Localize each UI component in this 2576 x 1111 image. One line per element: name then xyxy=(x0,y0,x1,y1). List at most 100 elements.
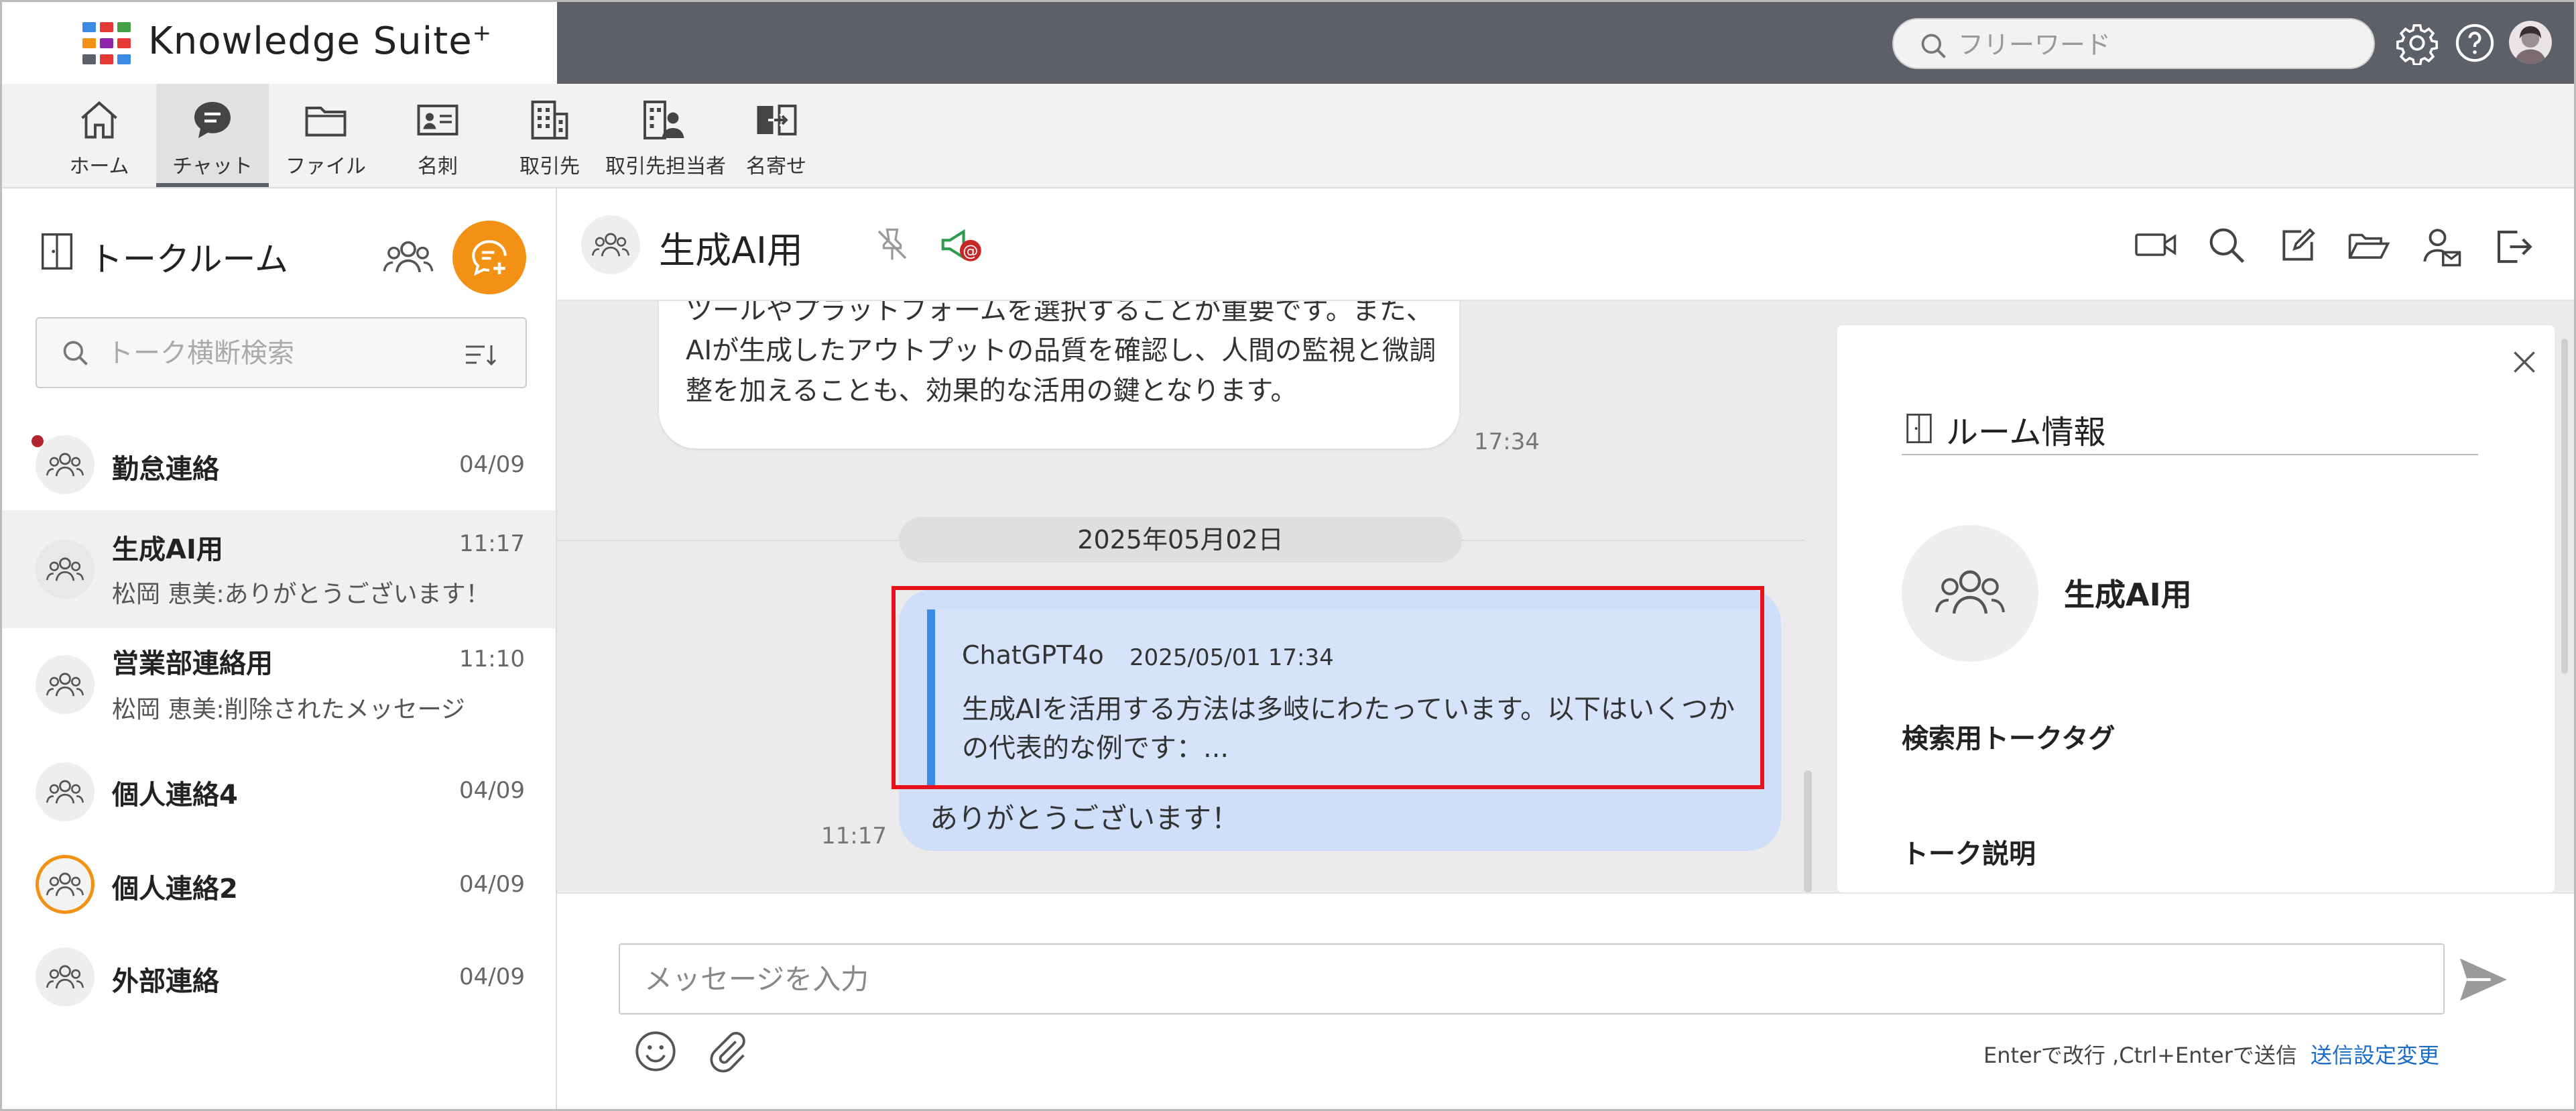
merge-icon xyxy=(757,105,797,135)
room-list-item-selected[interactable]: 生成AI用 11:17 松岡 恵美:ありがとうございます！ xyxy=(2,510,556,628)
member-mail-icon[interactable] xyxy=(2419,225,2463,269)
tool-file[interactable]: ファイル xyxy=(282,84,369,187)
business-card-icon xyxy=(417,105,458,135)
send-icon xyxy=(2460,958,2507,1001)
talk-search[interactable] xyxy=(36,317,527,388)
message-scrollbar[interactable] xyxy=(1804,770,1812,892)
send-hint: Enterで改行 ,Ctrl+Enterで送信 xyxy=(1983,1043,2297,1068)
search-icon xyxy=(63,341,88,365)
new-chat-button[interactable] xyxy=(452,221,526,294)
logo-mark-icon xyxy=(82,22,131,65)
tool-home[interactable]: ホーム xyxy=(56,84,143,187)
room-time: 04/09 xyxy=(459,871,525,898)
room-avatar xyxy=(36,435,95,494)
room-time: 11:10 xyxy=(459,646,525,673)
tool-merge-label: 名寄せ xyxy=(746,155,806,178)
room-time: 04/09 xyxy=(459,777,525,804)
door-icon xyxy=(41,233,73,270)
group-icon xyxy=(591,233,630,257)
room-info-panel: ルーム情報 生成AI用 検索用トークタグ トーク説明 xyxy=(1815,301,2574,892)
group-icon xyxy=(46,872,84,896)
smile-icon xyxy=(635,1031,676,1071)
message-time: 11:17 xyxy=(821,823,887,850)
room-name: 個人連絡4 xyxy=(112,780,238,811)
room-avatar xyxy=(36,655,95,714)
room-avatar xyxy=(36,947,95,1006)
mention-notify-icon[interactable]: @ xyxy=(938,225,986,266)
tool-file-label: ファイル xyxy=(286,155,366,178)
room-last-message: 松岡 恵美:削除されたメッセージ xyxy=(112,696,465,723)
room-info-scrollbar[interactable] xyxy=(2561,339,2568,674)
global-search[interactable] xyxy=(1892,18,2375,69)
tool-client[interactable]: 取引先 xyxy=(506,84,593,187)
attach-button[interactable] xyxy=(704,1028,751,1075)
group-icon xyxy=(46,780,84,804)
pin-off-icon[interactable] xyxy=(872,225,912,265)
room-avatar xyxy=(36,762,95,821)
logo[interactable]: Knowledge Suite+ xyxy=(2,2,557,84)
tool-business-card[interactable]: 名刺 xyxy=(394,84,481,187)
highlight-annotation xyxy=(892,586,1764,789)
group-icon xyxy=(383,241,434,273)
close-icon[interactable] xyxy=(2508,345,2541,379)
room-list-item[interactable]: 個人連絡4 04/09 xyxy=(2,746,556,837)
tool-merge[interactable]: 名寄せ xyxy=(733,84,820,187)
tool-client-contact-label: 取引先担当者 xyxy=(605,155,726,178)
group-icon xyxy=(46,673,84,697)
home-icon xyxy=(81,101,117,139)
group-icon xyxy=(46,557,84,581)
room-info-title: ルーム情報 xyxy=(1946,414,2106,451)
global-search-input[interactable] xyxy=(1958,27,2353,62)
room-name: 個人連絡2 xyxy=(112,874,238,904)
talk-search-input[interactable] xyxy=(107,335,455,372)
gear-icon[interactable] xyxy=(2395,21,2439,65)
message-text: ありがとうございます！ xyxy=(930,802,1240,835)
room-time: 11:17 xyxy=(459,530,525,557)
room-name: 生成AI用 xyxy=(112,534,223,565)
group-icon xyxy=(46,965,84,989)
leave-room-icon[interactable] xyxy=(2492,225,2536,269)
help-icon[interactable] xyxy=(2453,21,2497,65)
chat-header: 生成AI用 @ xyxy=(557,188,2574,301)
sort-icon[interactable] xyxy=(463,340,498,369)
tool-business-card-label: 名刺 xyxy=(418,155,458,178)
tool-chat[interactable]: チャット xyxy=(156,84,269,187)
room-list-item[interactable]: 外部連絡 04/09 xyxy=(2,930,556,1021)
room-list-item[interactable]: 勤怠連絡 04/09 xyxy=(2,416,556,510)
room-list-item[interactable]: 個人連絡2 04/09 xyxy=(2,837,556,930)
room-last-message: 松岡 恵美:ありがとうございます！ xyxy=(112,581,490,608)
compose-icon[interactable] xyxy=(2277,225,2319,266)
unread-badge xyxy=(32,435,44,447)
send-settings-link[interactable]: 送信設定変更 xyxy=(2311,1039,2439,1069)
message-text: ツールやプラットフォームを選択することが重要です。また、AIが生成したアウトプッ… xyxy=(686,301,1436,406)
send-button[interactable] xyxy=(2455,951,2512,1008)
room-name: 外部連絡 xyxy=(112,966,219,997)
talk-room-title: トークルーム xyxy=(89,240,288,279)
room-info-name: 生成AI用 xyxy=(2064,577,2192,613)
top-bar: Knowledge Suite+ xyxy=(2,2,2574,84)
svg-text:@: @ xyxy=(963,243,978,260)
tool-client-contact[interactable]: 取引先担当者 xyxy=(605,84,726,187)
group-icon xyxy=(46,453,84,477)
user-avatar[interactable] xyxy=(2509,21,2552,64)
message-bubble-other[interactable]: ツールやプラットフォームを選択することが重要です。また、AIが生成したアウトプッ… xyxy=(659,301,1459,449)
tool-chat-label: チャット xyxy=(172,155,253,178)
message-input[interactable] xyxy=(619,943,2445,1014)
members-button[interactable] xyxy=(381,233,435,281)
emoji-button[interactable] xyxy=(632,1028,679,1075)
group-icon xyxy=(1935,570,2005,614)
video-call-icon[interactable] xyxy=(2132,225,2181,265)
building-icon xyxy=(531,101,568,139)
search-tag-label: 検索用トークタグ xyxy=(1902,723,2115,754)
room-info-card: ルーム情報 生成AI用 検索用トークタグ トーク説明 xyxy=(1837,325,2568,892)
room-avatar xyxy=(36,855,95,914)
main-toolbar: ホーム チャット ファイル 名刺 取引先 取引先担当者 名寄せ xyxy=(2,84,2574,188)
folder-open-icon[interactable] xyxy=(2345,225,2392,266)
app-name: Knowledge Suite+ xyxy=(148,19,493,63)
room-list-item[interactable]: 営業部連絡用 11:10 松岡 恵美:削除されたメッセージ xyxy=(2,628,556,746)
search-icon[interactable] xyxy=(2206,225,2248,266)
chat-icon xyxy=(194,102,231,138)
room-name: 勤怠連絡 xyxy=(112,454,219,485)
room-avatar-large xyxy=(1902,525,2038,662)
room-time: 04/09 xyxy=(459,963,525,990)
